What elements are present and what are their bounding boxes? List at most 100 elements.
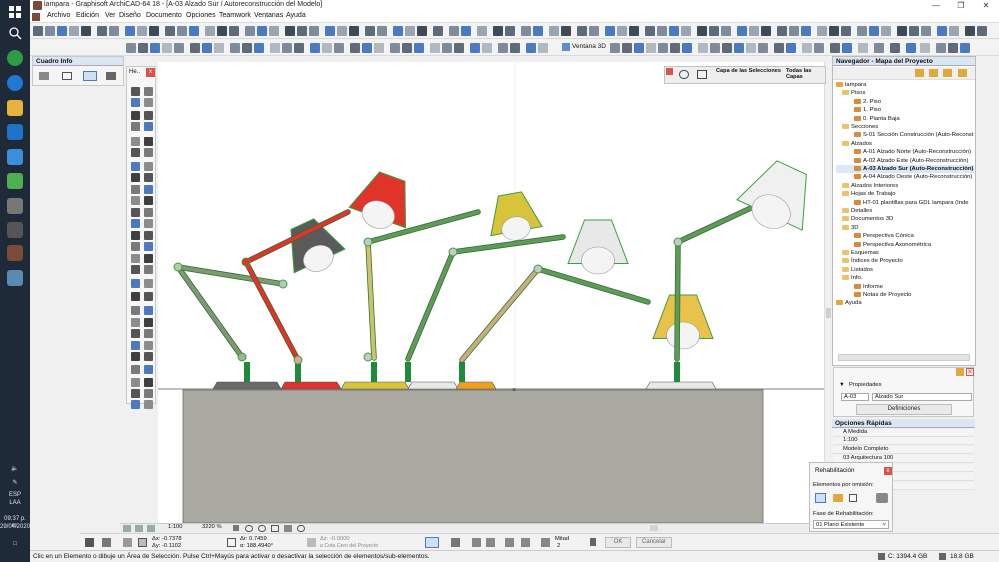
view-tool-icon-28[interactable] [482,43,492,53]
view-tool-icon-4[interactable] [162,43,172,53]
tree-item[interactable]: 1. Piso [836,106,974,114]
tree-item[interactable]: Notas de Proyecto [836,291,974,299]
standard-tool-icon-63[interactable] [869,26,879,36]
standard-tool-icon-66[interactable] [909,26,919,36]
cursor-snap-icon[interactable] [85,538,94,547]
toolbox-tool-icon-13[interactable] [131,162,140,171]
view-tool-icon-1[interactable] [126,43,136,53]
view-tool-icon-24[interactable] [430,43,440,53]
standard-tool-icon-51[interactable] [709,26,719,36]
quick-option-model-view[interactable]: Modelo Completo [833,446,974,454]
close-button[interactable]: ✕ [975,0,997,11]
app-icon[interactable] [7,270,23,286]
view-tool-icon-34[interactable] [622,43,632,53]
standard-tool-icon-55[interactable] [761,26,771,36]
standard-tool-icon-15[interactable] [217,26,227,36]
view-tool-icon-39[interactable] [682,43,692,53]
standard-tool-icon-18[interactable] [257,26,267,36]
standard-tool-icon-67[interactable] [921,26,931,36]
toolbox-tool-icon-43[interactable] [131,341,140,350]
tree-item[interactable]: 2. Piso [836,98,974,106]
snap-guide-icon[interactable] [451,538,460,547]
toolbox-tool-icon-4[interactable] [144,98,153,107]
toolbox-tool-icon-48[interactable] [144,365,153,374]
project-map-icon[interactable] [915,69,924,77]
view-tool-icon-31[interactable] [526,43,536,53]
standard-tool-icon-10[interactable] [149,26,159,36]
view-map-icon[interactable] [929,69,938,77]
view-tool-icon-38[interactable] [670,43,680,53]
toolbox-tool-icon-24[interactable] [144,219,153,228]
standard-tool-icon-48[interactable] [669,26,679,36]
toolbox-close-button[interactable]: x [146,68,155,77]
delete-view-icon[interactable]: ✕ [966,368,974,376]
tree-item[interactable]: Perspectiva Axonométrica [836,241,974,249]
lock-icon[interactable] [697,70,707,79]
toolbox-tool-icon-20[interactable] [144,196,153,205]
standard-tool-icon-49[interactable] [681,26,691,36]
toolbox-tool-icon-2[interactable] [144,87,153,96]
scale-readout[interactable]: 1:100 [168,524,183,530]
tree-item[interactable]: Secciones [836,123,974,131]
toolbox-tool-icon-31[interactable] [131,265,140,274]
view-tool-icon-32[interactable] [538,43,548,53]
polar-coords-icon[interactable] [227,538,236,547]
standard-tool-icon-69[interactable] [949,26,959,36]
view-tool-icon-19[interactable] [362,43,372,53]
menu-diseno[interactable]: Diseño [119,12,141,19]
eye-icon[interactable] [679,70,689,79]
standard-tool-icon-45[interactable] [629,26,639,36]
standard-tool-icon-5[interactable] [81,26,91,36]
notifications-icon[interactable]: □ [0,541,30,548]
toolbox-tool-icon-16[interactable] [144,173,153,182]
standard-tool-icon-14[interactable] [205,26,215,36]
zoom-in-icon[interactable] [245,525,253,532]
properties-settings-icon[interactable] [956,368,964,376]
ventana-3d-button[interactable]: Ventana 3D [572,43,606,50]
tree-item[interactable]: Pisos [836,89,974,97]
standard-tool-icon-1[interactable] [33,26,43,36]
standard-tool-icon-26[interactable] [365,26,375,36]
toolbox-tool-icon-49[interactable] [131,378,140,387]
tree-item[interactable]: 3D [836,224,974,232]
tree-item[interactable]: A-03 Alzado Sur (Auto-Reconstrucción) [836,165,974,174]
delta-z-readout[interactable]: Δz: -0.0000 [320,536,350,542]
tree-item[interactable]: Ayuda [836,299,974,307]
tree-item[interactable]: 0. Planta Baja [836,115,974,123]
standard-tool-icon-60[interactable] [829,26,839,36]
toolbox-tool-icon-37[interactable] [131,306,140,315]
toolbox-tool-icon-15[interactable] [131,173,140,182]
lamp-elevation-drawing[interactable]: × [158,62,824,523]
standard-tool-icon-19[interactable] [269,26,279,36]
new-status-icon[interactable] [849,494,857,502]
scale-options-icon[interactable] [147,525,155,532]
tree-item[interactable]: A-02 Alzado Este (Auto-Reconstrucción) [836,157,974,165]
toolbox-tool-icon-52[interactable] [144,389,153,398]
view-tool-icon-14[interactable] [294,43,304,53]
standard-tool-icon-42[interactable] [589,26,599,36]
standard-tool-icon-58[interactable] [801,26,811,36]
toolbox-tool-icon-12[interactable] [144,148,153,157]
view-tool-icon-57[interactable] [936,43,946,53]
toolbox-tool-icon-36[interactable] [144,292,153,301]
grid-snap-icon[interactable] [102,538,111,547]
toolbox-tool-icon-50[interactable] [144,378,153,387]
view-tool-icon-11[interactable] [254,43,264,53]
rect-select-icon[interactable] [62,72,72,80]
view-tool-icon-52[interactable] [858,43,868,53]
standard-tool-icon-27[interactable] [377,26,387,36]
standard-tool-icon-16[interactable] [229,26,239,36]
standard-tool-icon-38[interactable] [533,26,543,36]
view-tool-icon-18[interactable] [350,43,360,53]
standard-tool-icon-13[interactable] [189,26,199,36]
canvas-vertical-scrollbar[interactable] [824,62,831,523]
view-tool-icon-12[interactable] [270,43,280,53]
existing-status-icon[interactable] [815,493,826,503]
app-green-icon[interactable] [7,50,23,66]
view-tool-icon-3[interactable] [150,43,160,53]
toolbox-tool-icon-26[interactable] [144,231,153,240]
fit-window-icon[interactable] [271,525,279,532]
minimize-button[interactable]: — [925,0,947,11]
toolbox-tool-icon-18[interactable] [144,185,153,194]
tree-item[interactable]: A-01 Alzado Norte (Auto-Reconstrucción) [836,148,974,156]
